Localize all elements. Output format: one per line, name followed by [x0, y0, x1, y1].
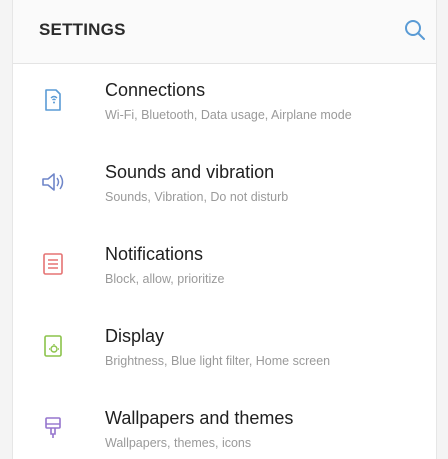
settings-item-wallpapers-and-themes[interactable]: Wallpapers and themes Wallpapers, themes…	[13, 392, 436, 459]
item-title: Connections	[105, 80, 206, 100]
search-button[interactable]	[401, 16, 429, 44]
connections-icon	[39, 86, 67, 114]
display-icon	[39, 332, 67, 360]
item-subtitle: Sounds, Vibration, Do not disturb	[105, 190, 289, 204]
paintbrush-icon	[39, 414, 67, 442]
app-header: SETTINGS	[13, 0, 436, 64]
item-subtitle: Block, allow, prioritize	[105, 272, 225, 286]
settings-item-connections[interactable]: Connections Wi-Fi, Bluetooth, Data usage…	[13, 64, 436, 146]
settings-screen: SETTINGS Connections Wi-Fi, Bluetooth, D…	[12, 0, 437, 459]
item-subtitle: Wi-Fi, Bluetooth, Data usage, Airplane m…	[105, 108, 352, 122]
settings-item-sounds-and-vibration[interactable]: Sounds and vibration Sounds, Vibration, …	[13, 146, 436, 228]
item-subtitle: Brightness, Blue light filter, Home scre…	[105, 354, 331, 368]
item-title: Display	[105, 326, 165, 346]
notifications-icon	[39, 250, 67, 278]
item-subtitle: Wallpapers, themes, icons	[105, 436, 252, 450]
settings-item-notifications[interactable]: Notifications Block, allow, prioritize	[13, 228, 436, 310]
settings-item-display[interactable]: Display Brightness, Blue light filter, H…	[13, 310, 436, 392]
item-title: Notifications	[105, 244, 204, 264]
item-title: Sounds and vibration	[105, 162, 275, 182]
search-icon	[405, 20, 425, 40]
item-title: Wallpapers and themes	[105, 408, 294, 428]
speaker-icon	[39, 168, 67, 196]
page-title: SETTINGS	[39, 20, 126, 39]
settings-list: Connections Wi-Fi, Bluetooth, Data usage…	[13, 64, 436, 459]
